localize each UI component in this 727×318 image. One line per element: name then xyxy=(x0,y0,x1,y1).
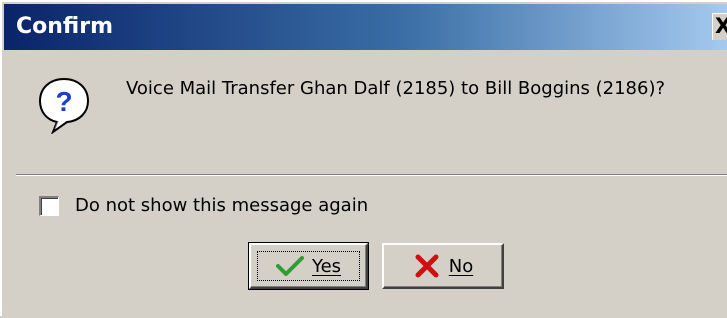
question-icon: ? xyxy=(38,77,90,134)
svg-text:?: ? xyxy=(55,86,72,117)
separator xyxy=(16,174,727,176)
focus-ring xyxy=(257,251,360,281)
red-x-icon xyxy=(415,254,439,278)
confirm-dialog: Confirm X ? Voice Mail Transfer Ghan Dal… xyxy=(0,0,727,316)
dont-show-again-label[interactable]: Do not show this message again xyxy=(75,194,368,218)
dialog-body: ? Voice Mail Transfer Ghan Dalf (2185) t… xyxy=(4,50,727,318)
close-icon: X xyxy=(715,14,727,38)
dont-show-again-row[interactable]: Do not show this message again xyxy=(39,194,368,218)
yes-button[interactable]: Yes xyxy=(248,242,369,290)
no-button-label: No xyxy=(448,255,474,277)
confirm-message: Voice Mail Transfer Ghan Dalf (2185) to … xyxy=(126,78,666,99)
window-title: Confirm xyxy=(16,14,114,39)
dont-show-again-checkbox[interactable] xyxy=(39,196,59,216)
no-button[interactable]: No xyxy=(382,243,504,289)
close-button[interactable]: X xyxy=(712,13,727,40)
title-bar[interactable]: Confirm X xyxy=(4,4,727,50)
